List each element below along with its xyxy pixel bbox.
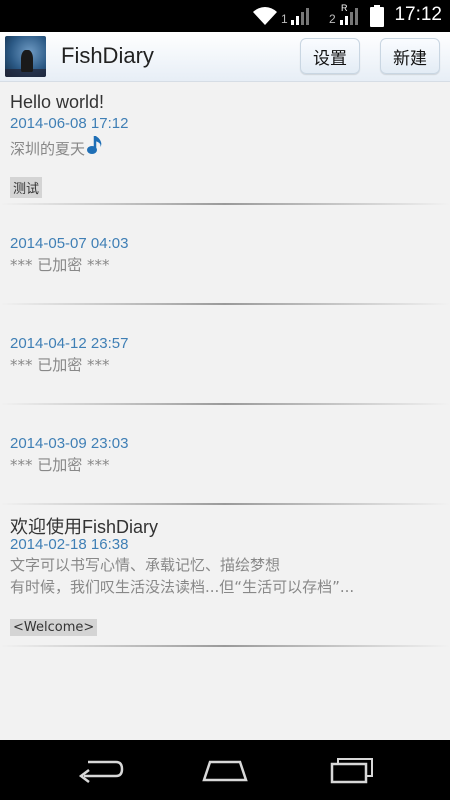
diary-entry[interactable]: 欢迎使用FishDiary 2014-02-18 16:38 文字可以书写心情、… (0, 505, 450, 645)
entry-body-line: *** 已加密 *** (10, 356, 110, 374)
entry-body-line: 有时候，我们叹生活没法读档...但“生活可以存档”... (10, 578, 355, 596)
new-entry-button[interactable]: 新建 (380, 38, 440, 74)
entry-tag: 测试 (10, 177, 43, 198)
diary-entry[interactable]: 2014-05-07 04:03 *** 已加密 *** (0, 205, 450, 303)
entry-date: 2014-05-07 04:03 (10, 235, 129, 252)
entry-date: 2014-03-09 23:03 (10, 435, 129, 452)
battery-icon (370, 5, 384, 27)
clock: 17:12 (394, 4, 442, 25)
entry-divider (0, 645, 450, 647)
app-icon[interactable] (5, 36, 46, 77)
diary-entry[interactable]: 2014-04-12 23:57 *** 已加密 *** (0, 305, 450, 403)
wifi-icon (253, 7, 277, 25)
diary-entry[interactable]: 2014-03-09 23:03 *** 已加密 *** (0, 405, 450, 503)
entry-date: 2014-04-12 23:57 (10, 335, 129, 352)
music-note-icon (87, 136, 102, 154)
entry-body-line: *** 已加密 *** (10, 456, 110, 474)
entry-tag: <Welcome> (10, 619, 98, 636)
signal-icon-sim2 (340, 8, 358, 25)
entry-body-line: 文字可以书写心情、承载记忆、描绘梦想 (10, 556, 281, 574)
settings-button[interactable]: 设置 (300, 38, 360, 74)
entry-date: 2014-02-18 16:38 (10, 536, 129, 553)
entry-date: 2014-06-08 17:12 (10, 115, 129, 132)
back-icon[interactable] (76, 756, 126, 784)
entry-body-line: 深圳的夏天 (10, 134, 107, 160)
home-icon[interactable] (200, 756, 250, 784)
recents-icon[interactable] (328, 756, 378, 784)
sim2-label: 2 (329, 12, 336, 26)
signal-icon-sim1 (291, 8, 309, 25)
diary-entry[interactable]: Hello world! 2014-06-08 17:12 深圳的夏天 测试 (0, 82, 450, 204)
diary-list: Hello world! 2014-06-08 17:12 深圳的夏天 测试 2… (0, 82, 450, 740)
app-title: FishDiary (61, 43, 154, 68)
sim1-label: 1 (281, 12, 288, 26)
action-bar: FishDiary 设置 新建 (0, 32, 450, 82)
entry-body-line: *** 已加密 *** (10, 256, 110, 274)
navigation-bar (0, 740, 450, 800)
entry-title: Hello world! (10, 92, 105, 112)
status-bar: 1 2 R 17:12 (0, 0, 450, 32)
